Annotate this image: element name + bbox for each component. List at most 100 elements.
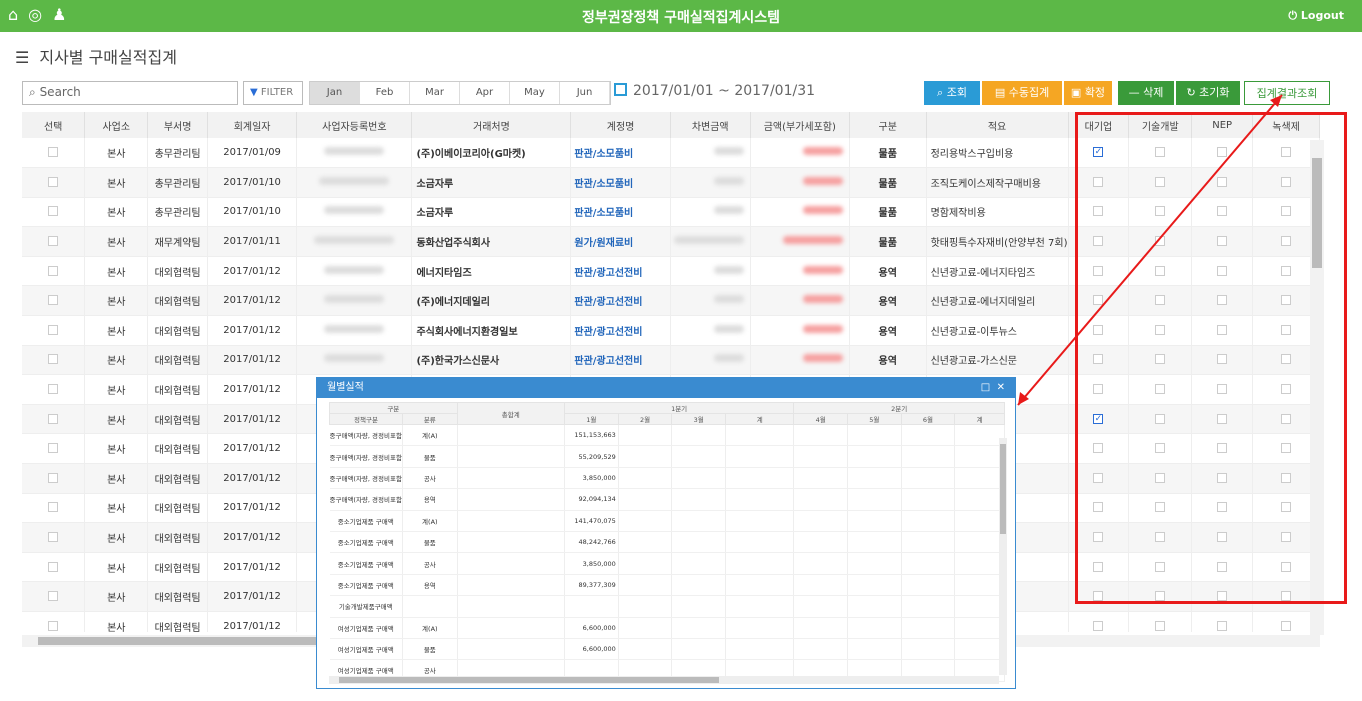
month-cell xyxy=(954,531,1005,554)
total-cell xyxy=(457,467,565,490)
month-cell xyxy=(618,424,673,447)
total-cell xyxy=(457,445,565,468)
month-cell xyxy=(725,638,795,661)
total-cell xyxy=(457,424,565,447)
maximize-icon[interactable]: □ xyxy=(981,382,990,393)
sub-column-header: 5월 xyxy=(847,413,902,425)
month-cell xyxy=(793,531,849,554)
total-cell xyxy=(457,552,565,575)
table-row[interactable]: 중구매액(자량, 경정비표함 물품 55,209,529 xyxy=(329,445,1005,468)
month-cell xyxy=(954,445,1005,468)
month-cell xyxy=(847,638,902,661)
month-cell xyxy=(725,510,795,532)
month-cell xyxy=(847,531,902,554)
class-cell: 용역 xyxy=(402,574,458,597)
dialog-horizontal-scrollbar[interactable] xyxy=(329,676,999,684)
dialog-controls: □ ✕ xyxy=(981,378,1005,398)
month-cell xyxy=(618,488,673,511)
month-cell xyxy=(725,552,795,575)
policy-cell: 여성기업제품 구매액 xyxy=(329,617,403,639)
policy-cell: 중소기업제품 구매액 xyxy=(329,531,403,554)
month-cell xyxy=(954,488,1005,511)
total-cell xyxy=(457,574,565,597)
table-row[interactable]: 중소기업제품 구매액 물품 48,242,766 xyxy=(329,531,1005,554)
month-cell xyxy=(618,531,673,554)
month-cell xyxy=(618,510,673,532)
month-cell xyxy=(793,445,849,468)
jan-cell xyxy=(564,595,619,618)
col-total: 총합계 xyxy=(456,402,565,425)
month-cell xyxy=(954,638,1005,661)
policy-cell: 중소기업제품 구매액 xyxy=(329,552,403,575)
month-cell xyxy=(725,445,795,468)
month-cell xyxy=(793,574,849,597)
col-group-q2: 2분기 xyxy=(793,402,1005,414)
total-cell xyxy=(457,638,565,661)
month-cell xyxy=(847,467,902,490)
month-cell xyxy=(671,531,726,554)
month-cell xyxy=(671,595,726,618)
scroll-thumb[interactable] xyxy=(339,677,719,683)
policy-cell: 중소기업제품 구매액 xyxy=(329,510,403,532)
month-cell xyxy=(671,638,726,661)
table-row[interactable]: 여성기업제품 구매액 물품 6,600,000 xyxy=(329,638,1005,661)
month-cell xyxy=(725,617,795,639)
sub-column-header: 4월 xyxy=(793,413,849,425)
class-cell: 물품 xyxy=(402,638,458,661)
month-cell xyxy=(901,638,956,661)
col-group-q1: 1분기 xyxy=(563,402,795,414)
month-cell xyxy=(954,467,1005,490)
month-cell xyxy=(618,445,673,468)
jan-cell: 3,850,000 xyxy=(564,552,619,575)
class-cell xyxy=(402,595,458,618)
month-cell xyxy=(954,510,1005,532)
month-cell xyxy=(901,574,956,597)
policy-cell: 중소기업제품 구매액 xyxy=(329,574,403,597)
table-row[interactable]: 중구매액(자량, 경정비표함 용역 92,094,134 xyxy=(329,488,1005,511)
table-row[interactable]: 중구매액(자량, 경정비표함 공사 3,850,000 xyxy=(329,467,1005,490)
month-cell xyxy=(793,467,849,490)
month-cell xyxy=(671,552,726,575)
month-cell xyxy=(618,617,673,639)
month-cell xyxy=(618,467,673,490)
month-cell xyxy=(671,574,726,597)
month-cell xyxy=(793,638,849,661)
month-cell xyxy=(793,510,849,532)
class-cell: 계(A) xyxy=(402,617,458,639)
month-cell xyxy=(901,617,956,639)
scroll-thumb[interactable] xyxy=(1000,444,1006,534)
month-cell xyxy=(618,595,673,618)
total-cell xyxy=(457,488,565,511)
month-cell xyxy=(671,488,726,511)
month-cell xyxy=(725,531,795,554)
jan-cell: 141,470,075 xyxy=(564,510,619,532)
month-cell xyxy=(618,638,673,661)
month-cell xyxy=(793,552,849,575)
table-row[interactable]: 중소기업제품 구매액 공사 3,850,000 xyxy=(329,552,1005,575)
month-cell xyxy=(901,510,956,532)
table-row[interactable]: 중소기업제품 구매액 용역 89,377,309 xyxy=(329,574,1005,597)
table-row[interactable]: 중소기업제품 구매액 계(A) 141,470,075 xyxy=(329,510,1005,532)
dialog-header: 월별실적 □ ✕ xyxy=(317,378,1015,398)
month-cell xyxy=(901,595,956,618)
class-cell: 공사 xyxy=(402,467,458,490)
sub-column-header: 계 xyxy=(724,413,795,425)
table-row[interactable]: 중구매액(자량, 경정비표함 계(A) 151,153,663 xyxy=(329,424,1005,447)
class-cell: 물품 xyxy=(402,445,458,468)
jan-cell: 48,242,766 xyxy=(564,531,619,554)
close-icon[interactable]: ✕ xyxy=(997,382,1005,393)
month-cell xyxy=(671,445,726,468)
month-cell xyxy=(618,574,673,597)
dialog-vertical-scrollbar[interactable] xyxy=(999,438,1007,675)
table-row[interactable]: 기술개발제품구매액 xyxy=(329,595,1005,618)
month-cell xyxy=(847,617,902,639)
month-cell xyxy=(901,531,956,554)
month-cell xyxy=(847,510,902,532)
table-row[interactable]: 여성기업제품 구매액 계(A) 6,600,000 xyxy=(329,617,1005,639)
class-cell: 물품 xyxy=(402,531,458,554)
month-cell xyxy=(847,595,902,618)
sub-column-header: 6월 xyxy=(900,413,956,425)
jan-cell: 92,094,134 xyxy=(564,488,619,511)
month-cell xyxy=(671,510,726,532)
month-cell xyxy=(671,617,726,639)
